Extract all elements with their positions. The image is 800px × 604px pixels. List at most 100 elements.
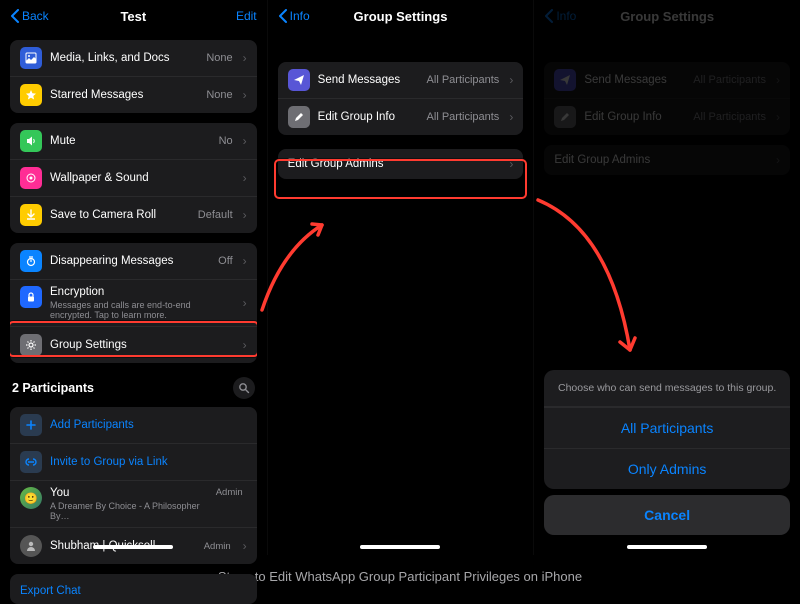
chevron-right-icon: ›: [509, 73, 513, 87]
row-mute[interactable]: Mute No ›: [10, 123, 257, 159]
row-value: None: [206, 89, 232, 101]
row-invite-link[interactable]: Invite to Group via Link: [10, 443, 257, 480]
chevron-right-icon: ›: [243, 296, 247, 310]
action-sheet-option-admins[interactable]: Only Admins: [544, 448, 790, 489]
chevron-right-icon: ›: [243, 171, 247, 185]
chevron-right-icon: ›: [776, 153, 780, 167]
row-export-chat[interactable]: Export Chat: [10, 574, 257, 604]
action-sheet-option-all[interactable]: All Participants: [544, 407, 790, 448]
screen-group-info: Back Test Edit Media, Links, and Docs No…: [0, 0, 267, 555]
save-icon: [20, 204, 42, 226]
row-label: Group Settings: [50, 339, 235, 351]
home-indicator: [93, 545, 173, 549]
edit-button[interactable]: Edit: [201, 9, 257, 23]
nav-title: Group Settings: [620, 9, 714, 24]
row-edit-group-info[interactable]: Edit Group Info All Participants ›: [278, 98, 524, 135]
row-label: Send Messages: [584, 74, 685, 86]
star-icon: [20, 84, 42, 106]
row-value: Default: [198, 209, 233, 221]
back-button[interactable]: Back: [10, 9, 66, 23]
nav-bar: Back Test Edit: [0, 0, 267, 34]
row-label: Disappearing Messages: [50, 255, 210, 267]
group-participants: Add Participants Invite to Group via Lin…: [10, 407, 257, 564]
chevron-right-icon: ›: [243, 254, 247, 268]
row-label: Send Messages: [318, 74, 419, 86]
group-admins-section: Edit Group Admins ›: [278, 149, 524, 179]
row-value: All Participants: [427, 111, 500, 123]
screen-group-settings-sheet: Info Group Settings Send Messages All Pa…: [533, 0, 800, 555]
timer-icon: [20, 250, 42, 272]
chevron-right-icon: ›: [243, 539, 247, 553]
send-icon: [288, 69, 310, 91]
nav-title: Group Settings: [354, 9, 448, 24]
plus-icon: [20, 414, 42, 436]
screen-group-settings: Info Group Settings Send Messages All Pa…: [267, 0, 534, 555]
row-group-settings[interactable]: Group Settings ›: [10, 326, 257, 363]
wallpaper-icon: [20, 167, 42, 189]
row-value: None: [206, 52, 232, 64]
pencil-icon: [288, 106, 310, 128]
chevron-right-icon: ›: [243, 88, 247, 102]
row-label: Edit Group Admins: [554, 154, 768, 166]
nav-bar: Info Group Settings: [268, 0, 534, 34]
group-options: Mute No › Wallpaper & Sound › Save to Ca…: [10, 123, 257, 233]
action-sheet: Choose who can send messages to this gro…: [544, 370, 790, 535]
row-sublabel: Messages and calls are end-to-end encryp…: [50, 300, 235, 320]
avatar: [20, 535, 42, 557]
row-label: Invite to Group via Link: [50, 456, 247, 468]
row-value: All Participants: [427, 74, 500, 86]
row-disappearing[interactable]: Disappearing Messages Off ›: [10, 243, 257, 279]
row-encryption[interactable]: Encryption Messages and calls are end-to…: [10, 279, 257, 326]
participants-title: 2 Participants: [12, 381, 94, 395]
row-media[interactable]: Media, Links, and Docs None ›: [10, 40, 257, 76]
row-add-participants[interactable]: Add Participants: [10, 407, 257, 443]
row-label: Encryption: [50, 286, 235, 298]
row-label: Save to Camera Roll: [50, 209, 190, 221]
row-label: Edit Group Info: [318, 111, 419, 123]
speaker-icon: [20, 130, 42, 152]
search-button[interactable]: [233, 377, 255, 399]
row-camera-roll[interactable]: Save to Camera Roll Default ›: [10, 196, 257, 233]
row-label: Starred Messages: [50, 89, 198, 101]
row-label: Wallpaper & Sound: [50, 172, 235, 184]
nav-title: Test: [120, 9, 146, 24]
row-edit-group-admins[interactable]: Edit Group Admins ›: [278, 149, 524, 179]
chevron-right-icon: ›: [776, 73, 780, 87]
pencil-icon: [554, 106, 576, 128]
action-sheet-cancel[interactable]: Cancel: [544, 495, 790, 535]
chevron-right-icon: ›: [776, 110, 780, 124]
row-edit-group-admins: Edit Group Admins ›: [544, 145, 790, 175]
avatar: 🙂: [20, 487, 42, 509]
group-export: Export Chat: [10, 574, 257, 604]
back-button[interactable]: Info: [278, 9, 334, 23]
dim-overlay: Info Group Settings Send Messages All Pa…: [534, 0, 800, 175]
row-starred[interactable]: Starred Messages None ›: [10, 76, 257, 113]
row-label: Add Participants: [50, 419, 247, 431]
group-permissions: Send Messages All Participants › Edit Gr…: [278, 62, 524, 135]
participant-role: Admin: [216, 487, 243, 498]
row-participant-you[interactable]: 🙂 You A Dreamer By Choice - A Philosophe…: [10, 480, 257, 527]
row-value: All Participants: [693, 111, 766, 123]
row-value: No: [219, 135, 233, 147]
lock-icon: [20, 286, 42, 308]
row-wallpaper[interactable]: Wallpaper & Sound ›: [10, 159, 257, 196]
action-sheet-card: Choose who can send messages to this gro…: [544, 370, 790, 489]
participant-sub: A Dreamer By Choice - A Philosopher By…: [50, 501, 208, 521]
row-edit-group-info: Edit Group Info All Participants ›: [544, 98, 790, 135]
group-permissions: Send Messages All Participants › Edit Gr…: [544, 62, 790, 135]
chevron-right-icon: ›: [243, 51, 247, 65]
nav-bar: Info Group Settings: [534, 0, 800, 34]
group-media: Media, Links, and Docs None › Starred Me…: [10, 40, 257, 113]
participant-name: You: [50, 487, 208, 499]
group-admins-section: Edit Group Admins ›: [544, 145, 790, 175]
send-icon: [554, 69, 576, 91]
row-send-messages: Send Messages All Participants ›: [544, 62, 790, 98]
back-label: Back: [22, 9, 49, 23]
row-label: Mute: [50, 135, 211, 147]
photos-icon: [20, 47, 42, 69]
gear-icon: [20, 334, 42, 356]
participant-role: Admin: [204, 541, 231, 552]
chevron-right-icon: ›: [243, 134, 247, 148]
row-send-messages[interactable]: Send Messages All Participants ›: [278, 62, 524, 98]
row-value: Off: [218, 255, 232, 267]
